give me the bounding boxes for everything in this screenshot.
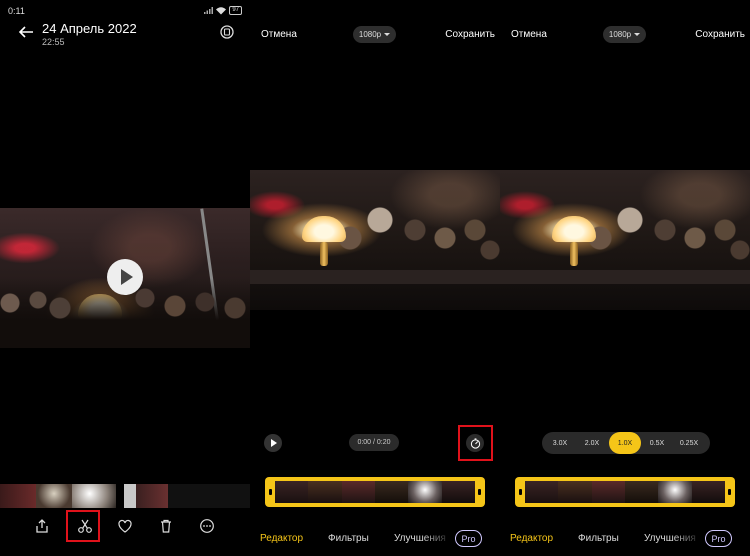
save-button[interactable]: Сохранить [695,29,745,40]
filmstrip-frame[interactable] [136,484,168,508]
trash-icon[interactable] [158,518,174,534]
filmstrip-frame[interactable] [0,484,36,508]
play-icon [120,269,133,285]
time-display: 0:00 / 0:20 [349,434,399,451]
editor-tabs: Редактор Фильтры Улучшения Pro [500,530,750,548]
trim-handle-left[interactable] [269,489,272,495]
trim-handle-right[interactable] [478,489,481,495]
piano [250,270,500,284]
resolution-select[interactable]: 1080p [353,26,396,43]
highlight-box [66,510,100,542]
speed-option-1x[interactable]: 1.0X [609,432,641,454]
status-time: 0:11 [8,6,25,16]
heart-icon[interactable] [117,518,133,534]
play-icon [271,439,277,447]
timeline-frame [558,481,592,503]
back-arrow-icon[interactable] [16,22,36,42]
tabs-fade [422,530,452,548]
trim-handle-right[interactable] [728,489,731,495]
tabs-fade [672,530,702,548]
speed-selector: 3.0X 2.0X 1.0X 0.5X 0.25X [542,432,710,454]
filmstrip-frame[interactable] [36,484,72,508]
more-icon[interactable] [199,518,215,534]
trim-timeline[interactable] [265,477,485,507]
timeline-frames [275,481,475,503]
tab-editor[interactable]: Редактор [260,533,303,544]
chevron-down-icon [384,33,391,36]
resolution-select[interactable]: 1080p [603,26,646,43]
share-icon[interactable] [34,518,50,534]
play-button[interactable] [264,434,282,452]
timeline-frame [591,481,625,503]
speed-editor: Отмена 1080p Сохранить 3.0X 2.0X 1.0X 0.… [500,0,750,556]
editor-tabs: Редактор Фильтры Улучшения Pro [250,530,500,548]
capture-time: 22:55 [42,37,65,47]
save-button[interactable]: Сохранить [445,29,495,40]
gallery-viewer: 0:11 97 24 Апрель 2022 22:55 [0,0,250,556]
timeline-frames [525,481,725,503]
tab-editor[interactable]: Редактор [510,533,553,544]
trim-timeline[interactable] [515,477,735,507]
tab-filters[interactable]: Фильтры [578,533,619,544]
filmstrip-frame[interactable] [124,484,136,508]
video-editor: Отмена 1080p Сохранить 0:00 / 0:20 Редак… [250,0,500,556]
timeline-frame [408,481,442,503]
speed-option-0-5x[interactable]: 0.5X [641,432,673,454]
timeline-frame [308,481,342,503]
timeline-frame [624,481,659,503]
piano [500,270,750,284]
highlight-box [458,425,493,461]
resolution-label: 1080p [358,30,382,39]
chevron-down-icon [634,33,641,36]
lamp-base [570,242,578,266]
crowd [500,200,750,270]
speed-option-2x[interactable]: 2.0X [576,432,608,454]
rotate-icon[interactable] [219,24,235,40]
battery-icon: 97 [229,6,242,15]
pro-badge[interactable]: Pro [705,530,732,547]
resolution-label: 1080p [608,30,632,39]
speed-option-0-25x[interactable]: 0.25X [673,432,705,454]
cancel-button[interactable]: Отмена [511,29,547,40]
trim-handle-left[interactable] [519,489,522,495]
filmstrip-gap [116,484,124,508]
bottom-toolbar [0,508,250,544]
timeline-frame [658,481,692,503]
pro-badge[interactable]: Pro [455,530,482,547]
timeline-frame [374,481,409,503]
timeline-frame [275,481,309,503]
tab-filters[interactable]: Фильтры [328,533,369,544]
status-bar: 0:11 97 [8,6,242,18]
timeline-frame [441,481,475,503]
crowd [250,200,500,270]
video-preview[interactable] [500,170,750,310]
timeline-frame [525,481,559,503]
cancel-button[interactable]: Отмена [261,29,297,40]
filmstrip-frame[interactable] [72,484,116,508]
timeline-frame [341,481,375,503]
speed-option-3x[interactable]: 3.0X [544,432,576,454]
play-button[interactable] [107,259,143,295]
status-icons: 97 [203,6,242,15]
wifi-icon [216,6,227,14]
page-title: 24 Апрель 2022 [42,21,137,36]
video-preview[interactable] [250,170,500,310]
filmstrip[interactable] [0,484,250,508]
signal-icon [204,6,214,14]
filmstrip-empty [168,484,250,508]
lamp-base [320,242,328,266]
timeline-frame [691,481,725,503]
